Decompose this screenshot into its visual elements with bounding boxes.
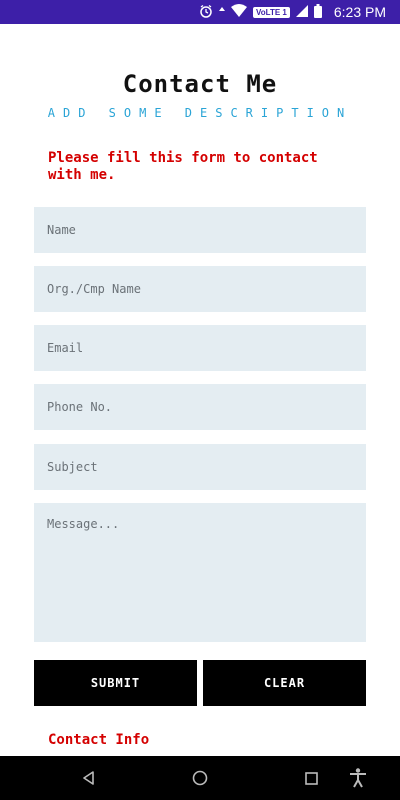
- accessibility-icon: [350, 768, 366, 788]
- back-button[interactable]: [67, 756, 111, 800]
- recents-button[interactable]: [289, 756, 333, 800]
- home-button[interactable]: [178, 756, 222, 800]
- accessibility-button[interactable]: [336, 756, 380, 800]
- org-name-field[interactable]: [34, 266, 366, 312]
- wifi-icon: [231, 4, 248, 20]
- clear-button[interactable]: CLEAR: [203, 660, 366, 706]
- contact-info-heading: Contact Info: [48, 732, 150, 748]
- name-field[interactable]: [34, 207, 366, 253]
- status-bar: VoLTE 1 6:23 PM: [0, 0, 400, 24]
- battery-icon: [313, 3, 322, 21]
- email-field[interactable]: [34, 325, 366, 371]
- volte-badge: VoLTE 1: [253, 6, 290, 18]
- subject-field[interactable]: [34, 444, 366, 490]
- signal-icon: [295, 4, 308, 20]
- data-arrow-icon: [219, 4, 226, 20]
- page-subtitle: ADD SOME DESCRIPTION: [47, 106, 353, 120]
- home-icon: [192, 770, 208, 786]
- submit-button[interactable]: SUBMIT: [34, 660, 197, 706]
- clock: 6:23 PM: [333, 4, 386, 20]
- alarm-icon: [199, 4, 213, 21]
- recents-icon: [304, 771, 318, 785]
- navigation-bar: [0, 756, 400, 800]
- phone-field[interactable]: [34, 384, 366, 430]
- message-field[interactable]: [34, 503, 366, 642]
- page-title: Contact Me: [122, 70, 278, 98]
- status-icons: VoLTE 1 6:23 PM: [199, 0, 386, 24]
- intro-text: Please fill this form to contact with me…: [48, 150, 318, 183]
- back-icon: [83, 771, 94, 785]
